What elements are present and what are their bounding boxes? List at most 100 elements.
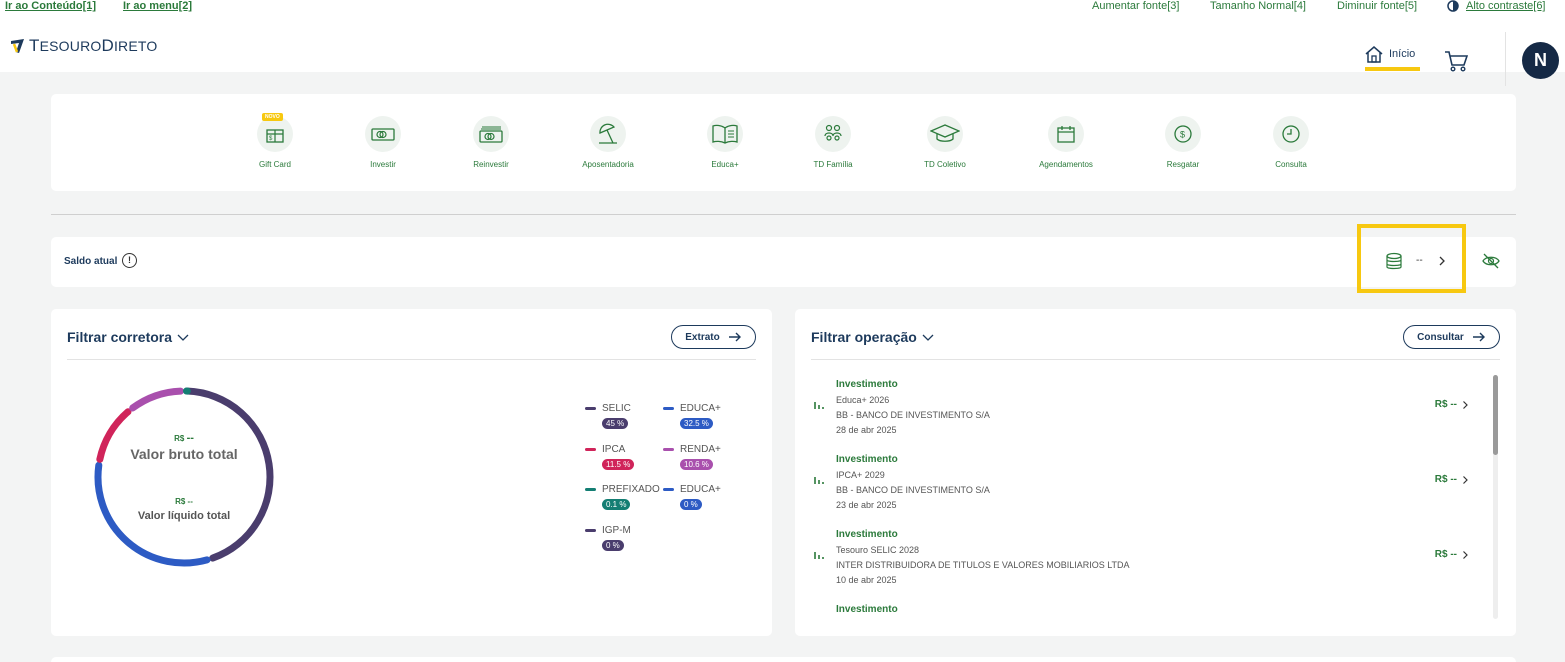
legend-name: EDUCA+: [680, 484, 721, 495]
skip-to-menu-link[interactable]: Ir ao menu[2]: [123, 0, 192, 12]
portfolio-donut-chart: [94, 387, 274, 567]
balance-label: Saldo atual: [64, 256, 118, 267]
shortcut-td-coletivo[interactable]: TD Coletivo: [900, 116, 990, 169]
legend-percent: 10.6 %: [680, 459, 713, 470]
broker-panel: Filtrar corretora Extrato R$ -- Valor br…: [51, 309, 772, 636]
gross-label: Valor bruto total: [130, 446, 238, 462]
legend-percent: 0 %: [680, 499, 702, 510]
header: TESOURODIRETO Início N: [0, 14, 1565, 86]
skip-to-content-link[interactable]: Ir ao Conteúdo[1]: [5, 0, 96, 12]
legend-percent: 0 %: [602, 540, 624, 551]
header-divider: [1505, 32, 1506, 86]
operation-kind: Investimento: [836, 529, 898, 540]
legend-swatch: [663, 447, 674, 451]
shortcut-investir[interactable]: Investir: [338, 116, 428, 169]
operation-filter-label: Filtrar operação: [811, 329, 917, 345]
operation-item[interactable]: Investimento IPCA+ 2029 BB - BANCO DE IN…: [813, 454, 1493, 524]
operation-value: R$ --: [1435, 549, 1469, 560]
operation-broker: INTER DISTRIBUIDORA DE TITULOS E VALORES…: [836, 560, 1130, 570]
normal-font-link[interactable]: Tamanho Normal[4]: [1210, 0, 1306, 12]
shortcut-label: Investir: [370, 160, 396, 169]
shortcut-label: Agendamentos: [1039, 160, 1093, 169]
panel-separator: [67, 359, 756, 360]
operation-kind: Investimento: [836, 604, 898, 615]
operation-title: Tesouro SELIC 2028: [836, 545, 920, 555]
shortcut-label: Educa+: [711, 160, 739, 169]
tesouro-direto-logo[interactable]: TESOURODIRETO: [9, 36, 158, 56]
decrease-font-link[interactable]: Diminuir fonte[5]: [1337, 0, 1417, 12]
shortcut-resgatar[interactable]: $ Resgatar: [1138, 116, 1228, 169]
extrato-button[interactable]: Extrato: [671, 325, 756, 349]
beach-umbrella-icon: [590, 116, 626, 152]
broker-filter-label: Filtrar corretora: [67, 329, 173, 345]
legend-selic: SELIC 45 %: [585, 403, 631, 429]
operation-kind: Investimento: [836, 454, 898, 465]
arrow-right-icon: [1472, 332, 1485, 342]
legend-swatch: [585, 447, 596, 451]
operation-value: R$ --: [1435, 474, 1469, 485]
legend-swatch: [585, 528, 596, 532]
legend-swatch: [585, 487, 596, 491]
user-avatar[interactable]: N: [1522, 42, 1559, 79]
shortcut-label: TD Família: [813, 160, 853, 169]
legend-name: EDUCA+: [680, 403, 721, 414]
money-icon: [365, 116, 401, 152]
shortcut-label: Reinvestir: [473, 160, 509, 169]
operation-broker: BB - BANCO DE INVESTIMENTO S/A: [836, 410, 990, 420]
info-icon[interactable]: !: [122, 253, 137, 268]
graduation-cap-icon: [927, 116, 963, 152]
legend-percent: 0.1 %: [602, 499, 631, 510]
shortcut-label: Consulta: [1275, 160, 1307, 169]
chevron-down-icon: [922, 334, 934, 341]
shortcut-label: Gift Card: [258, 160, 291, 169]
chevron-right-icon: [1463, 550, 1468, 559]
gross-value: --: [186, 432, 194, 444]
gross-total: R$ -- Valor bruto total: [89, 432, 279, 462]
dollar-coin-icon: $: [1165, 116, 1201, 152]
shortcut-agendamentos[interactable]: Agendamentos: [1021, 116, 1111, 169]
eye-slash-icon[interactable]: [1481, 252, 1501, 275]
operation-date: 23 de abr 2025: [836, 500, 897, 510]
balance-card: Saldo atual ! --: [51, 237, 1516, 287]
shortcut-td-familia[interactable]: TD Família: [788, 116, 878, 169]
shortcut-consulta[interactable]: Consulta: [1246, 116, 1336, 169]
legend-prefixado: PREFIXADO 0.1 %: [585, 484, 660, 510]
operation-filter-dropdown[interactable]: Filtrar operação: [811, 329, 935, 345]
consultar-label: Consultar: [1417, 331, 1464, 343]
shortcut-gift-card[interactable]: NOVO $ Gift Card: [230, 113, 320, 169]
shortcut-aposentadoria[interactable]: Aposentadoria: [563, 116, 653, 169]
panel-separator: [811, 359, 1500, 360]
shortcut-educa[interactable]: Educa+: [680, 116, 770, 169]
broker-filter-dropdown[interactable]: Filtrar corretora: [67, 329, 190, 345]
legend-ipca: IPCA 11.5 %: [585, 444, 635, 470]
legend-renda: RENDA+ 10.6 %: [663, 444, 721, 470]
legend-educa-2: EDUCA+ 0 %: [663, 484, 721, 510]
legend-swatch: [663, 406, 674, 410]
legend-percent: 11.5 %: [602, 459, 635, 470]
nav-home-label: Início: [1389, 48, 1416, 60]
increase-font-link[interactable]: Aumentar fonte[3]: [1092, 0, 1179, 12]
bar-chart-icon: [813, 397, 825, 415]
logo-mark-icon: [11, 39, 24, 53]
chevron-down-icon: [177, 334, 189, 341]
cart-icon[interactable]: [1444, 50, 1469, 77]
shortcut-reinvestir[interactable]: Reinvestir: [446, 116, 536, 169]
extrato-label: Extrato: [685, 331, 720, 343]
donut-slice-renda: [129, 387, 184, 412]
operation-broker: BB - BANCO DE INVESTIMENTO S/A: [836, 485, 990, 495]
operations-scrollbar-thumb[interactable]: [1493, 375, 1498, 455]
shortcut-label: TD Coletivo: [924, 160, 966, 169]
legend-igpm: IGP-M 0 %: [585, 525, 631, 551]
bar-chart-icon: [813, 472, 825, 490]
legend-name: IGP-M: [602, 525, 631, 536]
svg-text:$: $: [269, 136, 273, 142]
operation-item[interactable]: Investimento Tesouro SELIC 2028 INTER DI…: [813, 529, 1493, 599]
operation-item[interactable]: Investimento: [813, 604, 1493, 618]
consultar-button[interactable]: Consultar: [1403, 325, 1500, 349]
shortcuts-card: NOVO $ Gift Card Investir Reinvestir Apo…: [51, 94, 1516, 191]
legend-percent: 32.5 %: [680, 418, 713, 429]
svg-text:$: $: [1180, 130, 1185, 140]
operation-item[interactable]: Investimento Educa+ 2026 BB - BANCO DE I…: [813, 379, 1493, 449]
high-contrast-link[interactable]: Alto contraste[6]: [1466, 0, 1546, 12]
operations-panel: Filtrar operação Consultar Investimento …: [795, 309, 1516, 636]
